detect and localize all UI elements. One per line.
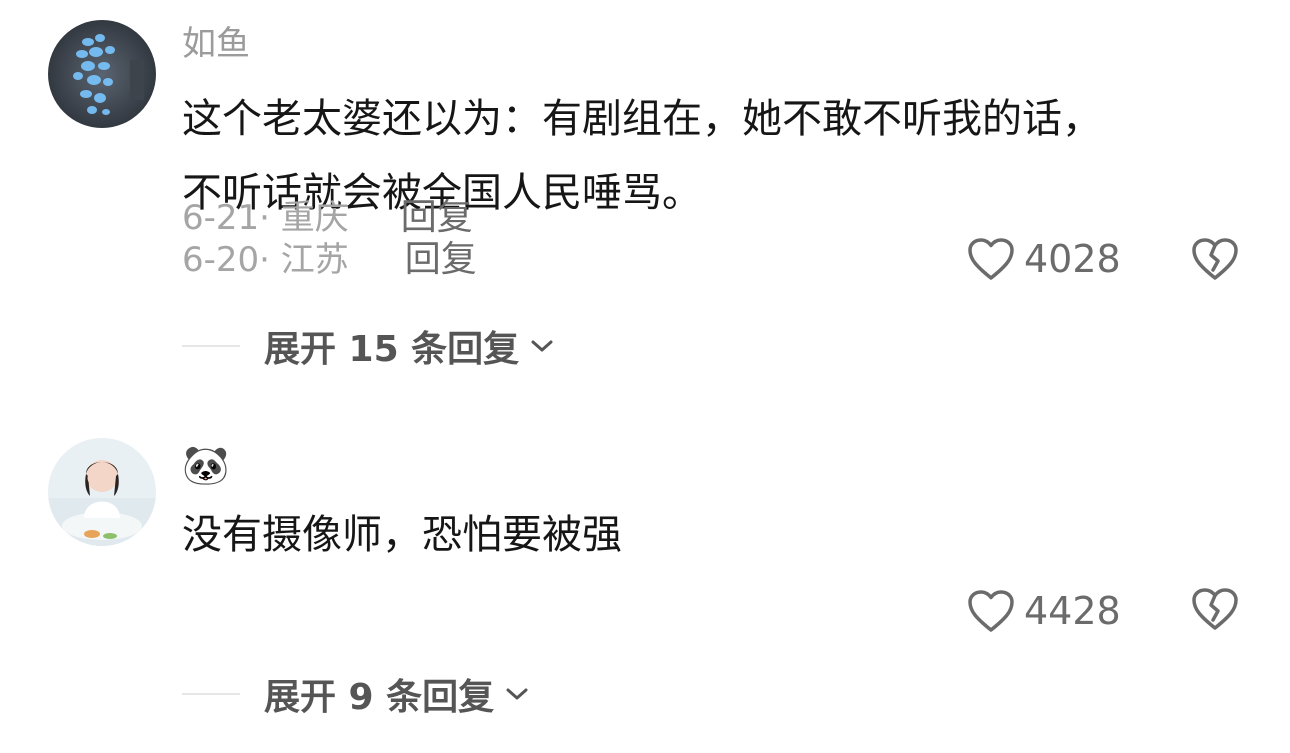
heart-outline-icon [968,590,1014,632]
reply-button[interactable]: 回复 [405,240,477,280]
dislike-button[interactable] [1190,236,1240,284]
comment-meta: 6-21· 重庆 回复 [182,198,473,239]
broken-heart-icon [1192,588,1238,630]
chevron-down-icon [531,340,553,352]
comment-text: 没有摄像师，恐怕要被强 [182,498,1222,572]
expand-replies-label: 展开 9 条回复 [264,677,495,718]
avatar[interactable] [48,20,156,128]
avatar[interactable] [48,438,156,546]
username[interactable]: 🐼 [182,442,229,488]
comment-line: 这个老太婆还以为：有剧组在，她不敢不听我的话， [182,96,1102,142]
girl-photo-avatar-image [48,438,156,546]
date-location: 6-21· 重庆 [182,198,349,238]
dislike-button[interactable] [1190,586,1240,634]
comment-item: 🐼 没有摄像师，恐怕要被强 6-21· 重庆 回复 4428 展开 9 条回复 [0,198,1290,753]
comment-item: 如鱼 这个老太婆还以为：有剧组在，她不敢不听我的话， 不听话就会被全国人民唾骂。… [0,0,1290,390]
butterfly-wall-avatar-image [48,20,156,128]
heart-outline-icon [968,238,1014,280]
divider-line [182,693,240,695]
like-button[interactable]: 4428 [966,588,1121,634]
like-count: 4028 [1024,237,1121,281]
expand-replies-button[interactable]: 展开 9 条回复 [182,668,530,720]
like-count: 4428 [1024,589,1121,633]
expand-replies-label: 展开 15 条回复 [264,329,520,370]
like-button[interactable]: 4028 [966,236,1121,282]
expand-replies-button[interactable]: 展开 15 条回复 [182,320,555,372]
username[interactable]: 如鱼 [182,24,250,64]
divider-line [182,345,240,347]
date-location: 6-20· 江苏 [182,240,349,280]
comment-meta: 6-20· 江苏 回复 [182,240,477,281]
comment-line: 没有摄像师，恐怕要被强 [182,512,622,558]
broken-heart-icon [1192,238,1238,280]
chevron-down-icon [506,688,528,700]
reply-button[interactable]: 回复 [401,198,473,238]
